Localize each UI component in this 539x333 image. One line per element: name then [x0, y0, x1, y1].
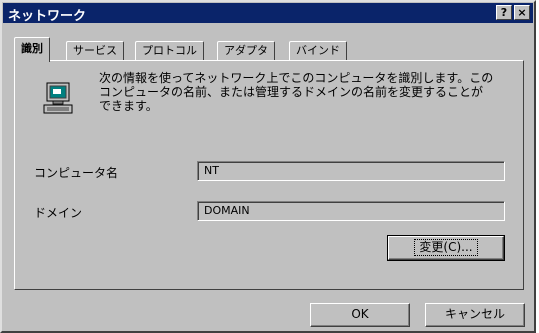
help-button[interactable]: ?: [496, 5, 512, 20]
description-line: 次の情報を使ってネットワーク上でこのコンピュータを識別します。この: [99, 71, 494, 85]
tab-protocols[interactable]: プロトコル: [135, 41, 204, 61]
close-button[interactable]: ×: [514, 5, 530, 20]
computer-name-label: コンピュータ名: [34, 166, 119, 180]
identification-description: 次の情報を使ってネットワーク上でこのコンピュータを識別します。この コンピュータ…: [99, 71, 509, 113]
ok-button[interactable]: OK: [310, 303, 410, 327]
computer-name-field: NT: [197, 161, 505, 181]
title-bar[interactable]: ネットワーク ? ×: [3, 3, 533, 24]
tab-services[interactable]: サービス: [66, 41, 124, 61]
change-button-label: 変更(C)...: [414, 239, 478, 256]
computer-icon: [43, 82, 73, 114]
description-line: コンピュータの名前、または管理するドメインの名前を変更することが: [99, 85, 484, 99]
tab-identification[interactable]: 識別: [14, 37, 50, 62]
tab-bindings[interactable]: バインド: [289, 41, 347, 61]
description-line: できます。: [99, 99, 158, 113]
tab-adapters[interactable]: アダプタ: [217, 41, 275, 61]
cancel-button[interactable]: キャンセル: [425, 303, 525, 327]
domain-label: ドメイン: [34, 206, 83, 220]
domain-field: DOMAIN: [197, 201, 505, 221]
network-dialog: ネットワーク ? × 識別 サービス プロトコル アダプタ バインド 次の情報を…: [0, 0, 536, 333]
change-button[interactable]: 変更(C)...: [387, 235, 505, 261]
identification-panel: 次の情報を使ってネットワーク上でこのコンピュータを識別します。この コンピュータ…: [14, 60, 524, 290]
window-title: ネットワーク: [8, 9, 87, 24]
